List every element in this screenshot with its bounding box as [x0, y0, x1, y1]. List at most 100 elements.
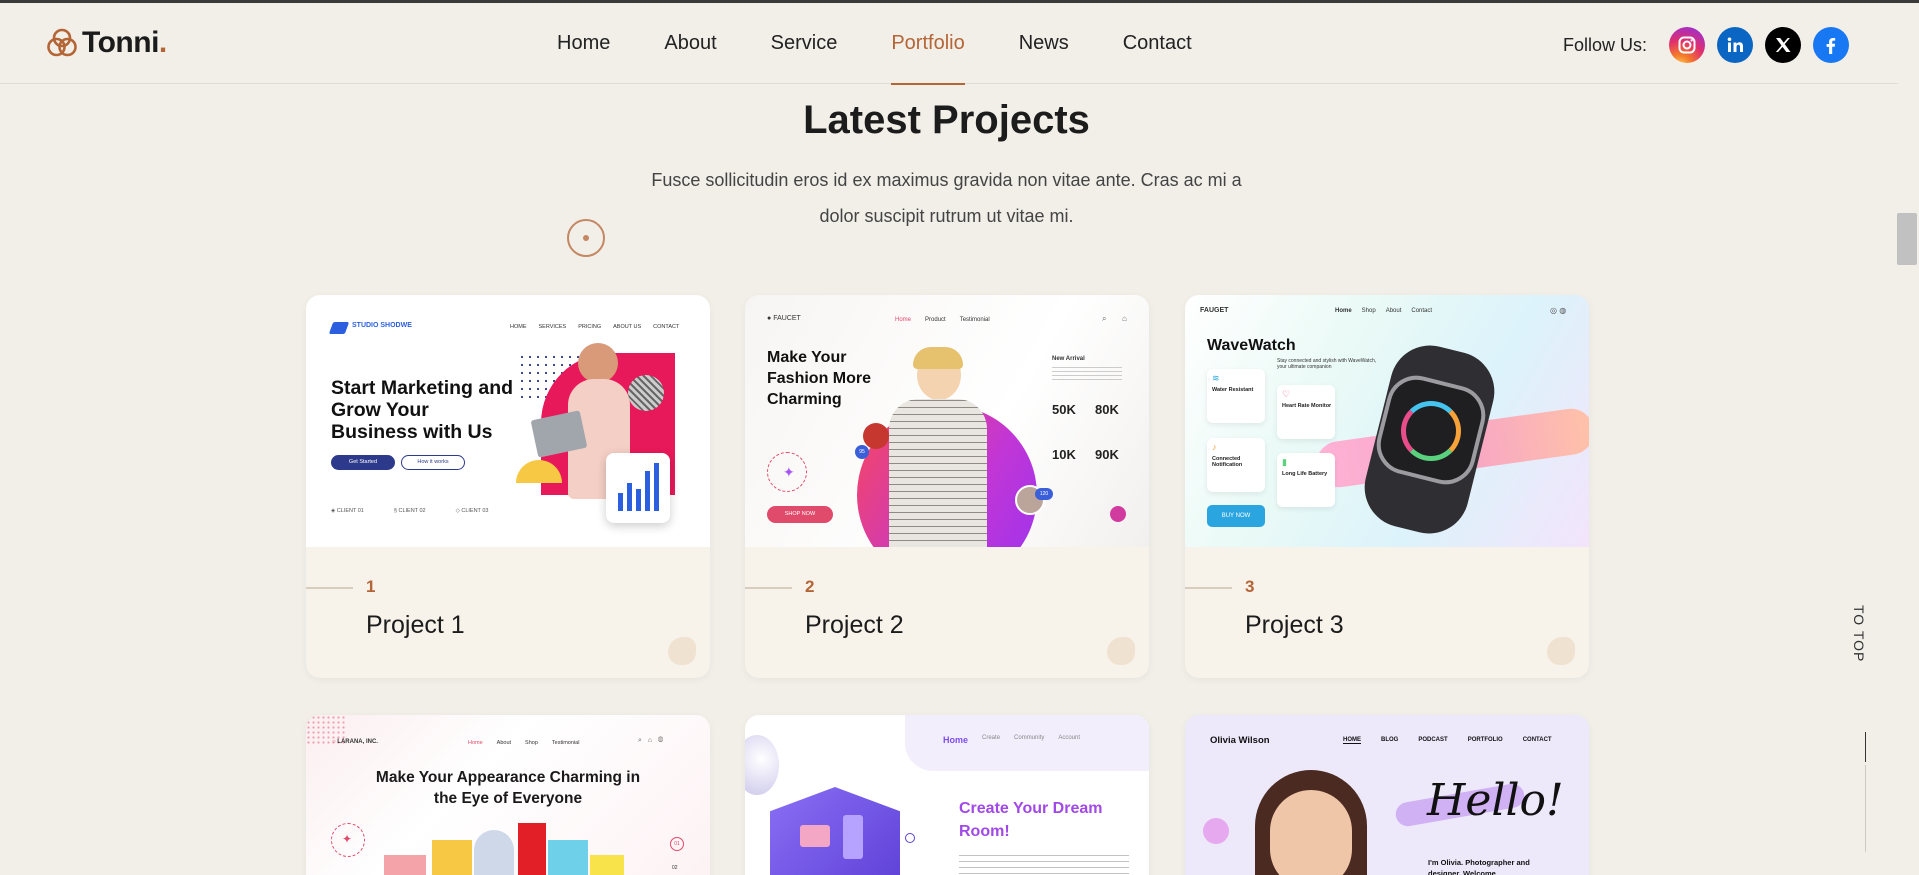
- thumb-icons: ⌕ ⌂ ◍: [638, 737, 664, 744]
- logo-mark-icon: [47, 28, 77, 57]
- nav-portfolio[interactable]: Portfolio: [864, 3, 991, 85]
- person-head: [578, 343, 618, 383]
- scrollbar-thumb[interactable]: [1897, 213, 1917, 265]
- project-2-thumbnail: ● FAUCET Home Product Testimonial ⌕ ⌂ Make…: [745, 295, 1149, 547]
- room-clock: [905, 833, 915, 843]
- logo[interactable]: Tonni.: [46, 26, 167, 60]
- project-title[interactable]: Project 3: [1245, 611, 1344, 640]
- model-photo-5: [548, 840, 588, 875]
- thumb-cta: BUY NOW: [1207, 505, 1265, 527]
- stat-3: 10K: [1052, 447, 1076, 462]
- thumb-brand: ● FAUCET: [767, 315, 801, 322]
- feature-card-2: ♡ Heart Rate Monitor: [1277, 385, 1335, 439]
- pager-1: 01: [670, 837, 684, 851]
- decor-circle: [1203, 818, 1229, 844]
- portrait-face: [1270, 790, 1352, 875]
- nav-service[interactable]: Service: [744, 3, 865, 84]
- project-card-6[interactable]: Olivia Wilson HOME BLOG PODCAST PORTFOLIO CO…: [1185, 715, 1589, 875]
- x-icon[interactable]: [1765, 27, 1802, 63]
- small-badge: 95: [855, 445, 869, 459]
- project-6-thumbnail: Olivia Wilson HOME BLOG PODCAST PORTFOLIO CO…: [1185, 715, 1589, 875]
- thumb-menu: Home Create Community Account: [943, 735, 1081, 745]
- project-card-5[interactable]: Home Create Community Account Create Your D…: [745, 715, 1149, 875]
- user-icon: ◎ ◍: [1550, 306, 1567, 315]
- to-top-track: [1865, 765, 1866, 852]
- water-icon: ≋: [1212, 373, 1220, 383]
- project-card-2[interactable]: ● FAUCET Home Product Testimonial ⌕ ⌂ Make…: [745, 295, 1149, 678]
- project-number: 3: [1245, 577, 1255, 596]
- sparkle-icon: ✦: [342, 832, 353, 846]
- thumb-menu: HOME BLOG PODCAST PORTFOLIO CONTACT: [1343, 737, 1552, 744]
- thumb-new-arrival: New Arrival: [1052, 356, 1085, 362]
- thumb-headline: Hello!: [1427, 775, 1564, 826]
- project-3-footer: 3 Project 3: [1185, 547, 1589, 678]
- stat-4: 90K: [1095, 447, 1119, 462]
- project-5-thumbnail: Home Create Community Account Create Your D…: [745, 715, 1149, 875]
- feature-card-1: ≋ Water Resistant: [1207, 369, 1265, 423]
- nav-about[interactable]: About: [637, 3, 743, 84]
- text-placeholder: [1052, 367, 1122, 381]
- main-nav: Home About Service Portfolio News Contac…: [530, 3, 1219, 85]
- search-icon: ⌕: [1102, 314, 1107, 323]
- model-photo-2: [432, 840, 472, 875]
- model-photo-4: [518, 823, 546, 875]
- model-photo-6: [590, 855, 624, 875]
- thumb-headline: Create Your Dream Room!: [959, 800, 1103, 840]
- bag-icon: ⌂: [1122, 314, 1127, 323]
- thumb-brand: ○ LARANA, INC.: [332, 739, 378, 745]
- scroll-dot: [1110, 506, 1126, 522]
- thumb-brand: STUDIO SHODWE: [352, 322, 412, 329]
- heart-icon: ♡: [1282, 389, 1291, 399]
- social-links: Follow Us:: [1563, 27, 1850, 63]
- project-3-thumbnail: FAUGET Home Shop About Contact ◎ ◍ WaveWatc…: [1185, 295, 1589, 547]
- project-2-footer: 2 Project 2: [745, 547, 1149, 678]
- pager-2: 02: [672, 865, 678, 871]
- decorative-blob: [668, 637, 696, 665]
- accessory-circle: [863, 423, 889, 449]
- divider-line: [306, 587, 353, 589]
- logo-text: Tonni.: [82, 26, 167, 59]
- stat-2: 80K: [1095, 402, 1119, 417]
- thumb-menu: Home Shop About Contact: [1335, 308, 1433, 314]
- project-number: 1: [366, 577, 376, 596]
- project-card-3[interactable]: FAUGET Home Shop About Contact ◎ ◍ WaveWatc…: [1185, 295, 1589, 678]
- thumb-clients: ◈ CLIENT 01 § CLIENT 02 ◇ CLIENT 03: [331, 508, 489, 514]
- thumb-tagline: Stay connected and stylish with WaveWatc…: [1277, 358, 1377, 370]
- project-title[interactable]: Project 2: [805, 611, 904, 640]
- decorative-blob: [1547, 637, 1575, 665]
- thumb-primary-button: Get Started: [331, 455, 395, 470]
- decorative-ring: [567, 219, 605, 257]
- follow-label: Follow Us:: [1563, 34, 1648, 55]
- room-shelf: [843, 815, 863, 859]
- feature-card-4: ▮ Long Life Battery: [1277, 453, 1335, 507]
- nav-home[interactable]: Home: [530, 3, 637, 84]
- project-title[interactable]: Project 1: [366, 611, 465, 640]
- nav-news[interactable]: News: [992, 3, 1096, 84]
- project-card-4[interactable]: ○ LARANA, INC. Home About Shop Testimonial …: [306, 715, 710, 875]
- room-frame: [800, 825, 830, 847]
- thumb-brand: Olivia Wilson: [1210, 735, 1270, 746]
- thumb-menu: HOME SERVICES PRICING ABOUT US CONTACT: [510, 324, 680, 330]
- thumb-intro: I'm Olivia. Photographer and designer. W…: [1428, 858, 1530, 875]
- decorative-blob: [1107, 637, 1135, 665]
- sparkle-icon: ✦: [783, 464, 795, 480]
- count-badge: 120: [1035, 488, 1053, 500]
- thumb-headline: Start Marketing and Grow Your Business w…: [331, 377, 514, 443]
- thumb-headline: Make Your Fashion More Charming: [767, 349, 872, 408]
- thumb-secondary-button: How it works: [401, 455, 465, 470]
- feature-card-3: ♪ Connected Notification: [1207, 438, 1265, 492]
- studio-logo-icon: [328, 322, 350, 334]
- chart-card: [606, 453, 670, 523]
- facebook-icon[interactable]: [1813, 27, 1850, 63]
- to-top-button[interactable]: TO TOP: [1851, 605, 1867, 662]
- project-number: 2: [805, 577, 815, 596]
- instagram-icon[interactable]: [1669, 27, 1706, 63]
- thumb-headline: WaveWatch: [1207, 337, 1296, 354]
- linkedin-icon[interactable]: [1717, 27, 1754, 63]
- watch-dial: [1401, 401, 1461, 461]
- project-card-1[interactable]: STUDIO SHODWE HOME SERVICES PRICING ABOUT U…: [306, 295, 710, 678]
- project-1-thumbnail: STUDIO SHODWE HOME SERVICES PRICING ABOUT U…: [306, 295, 710, 547]
- text-placeholder: [959, 855, 1129, 875]
- nav-contact[interactable]: Contact: [1096, 3, 1219, 84]
- section-title: Latest Projects: [803, 98, 1090, 142]
